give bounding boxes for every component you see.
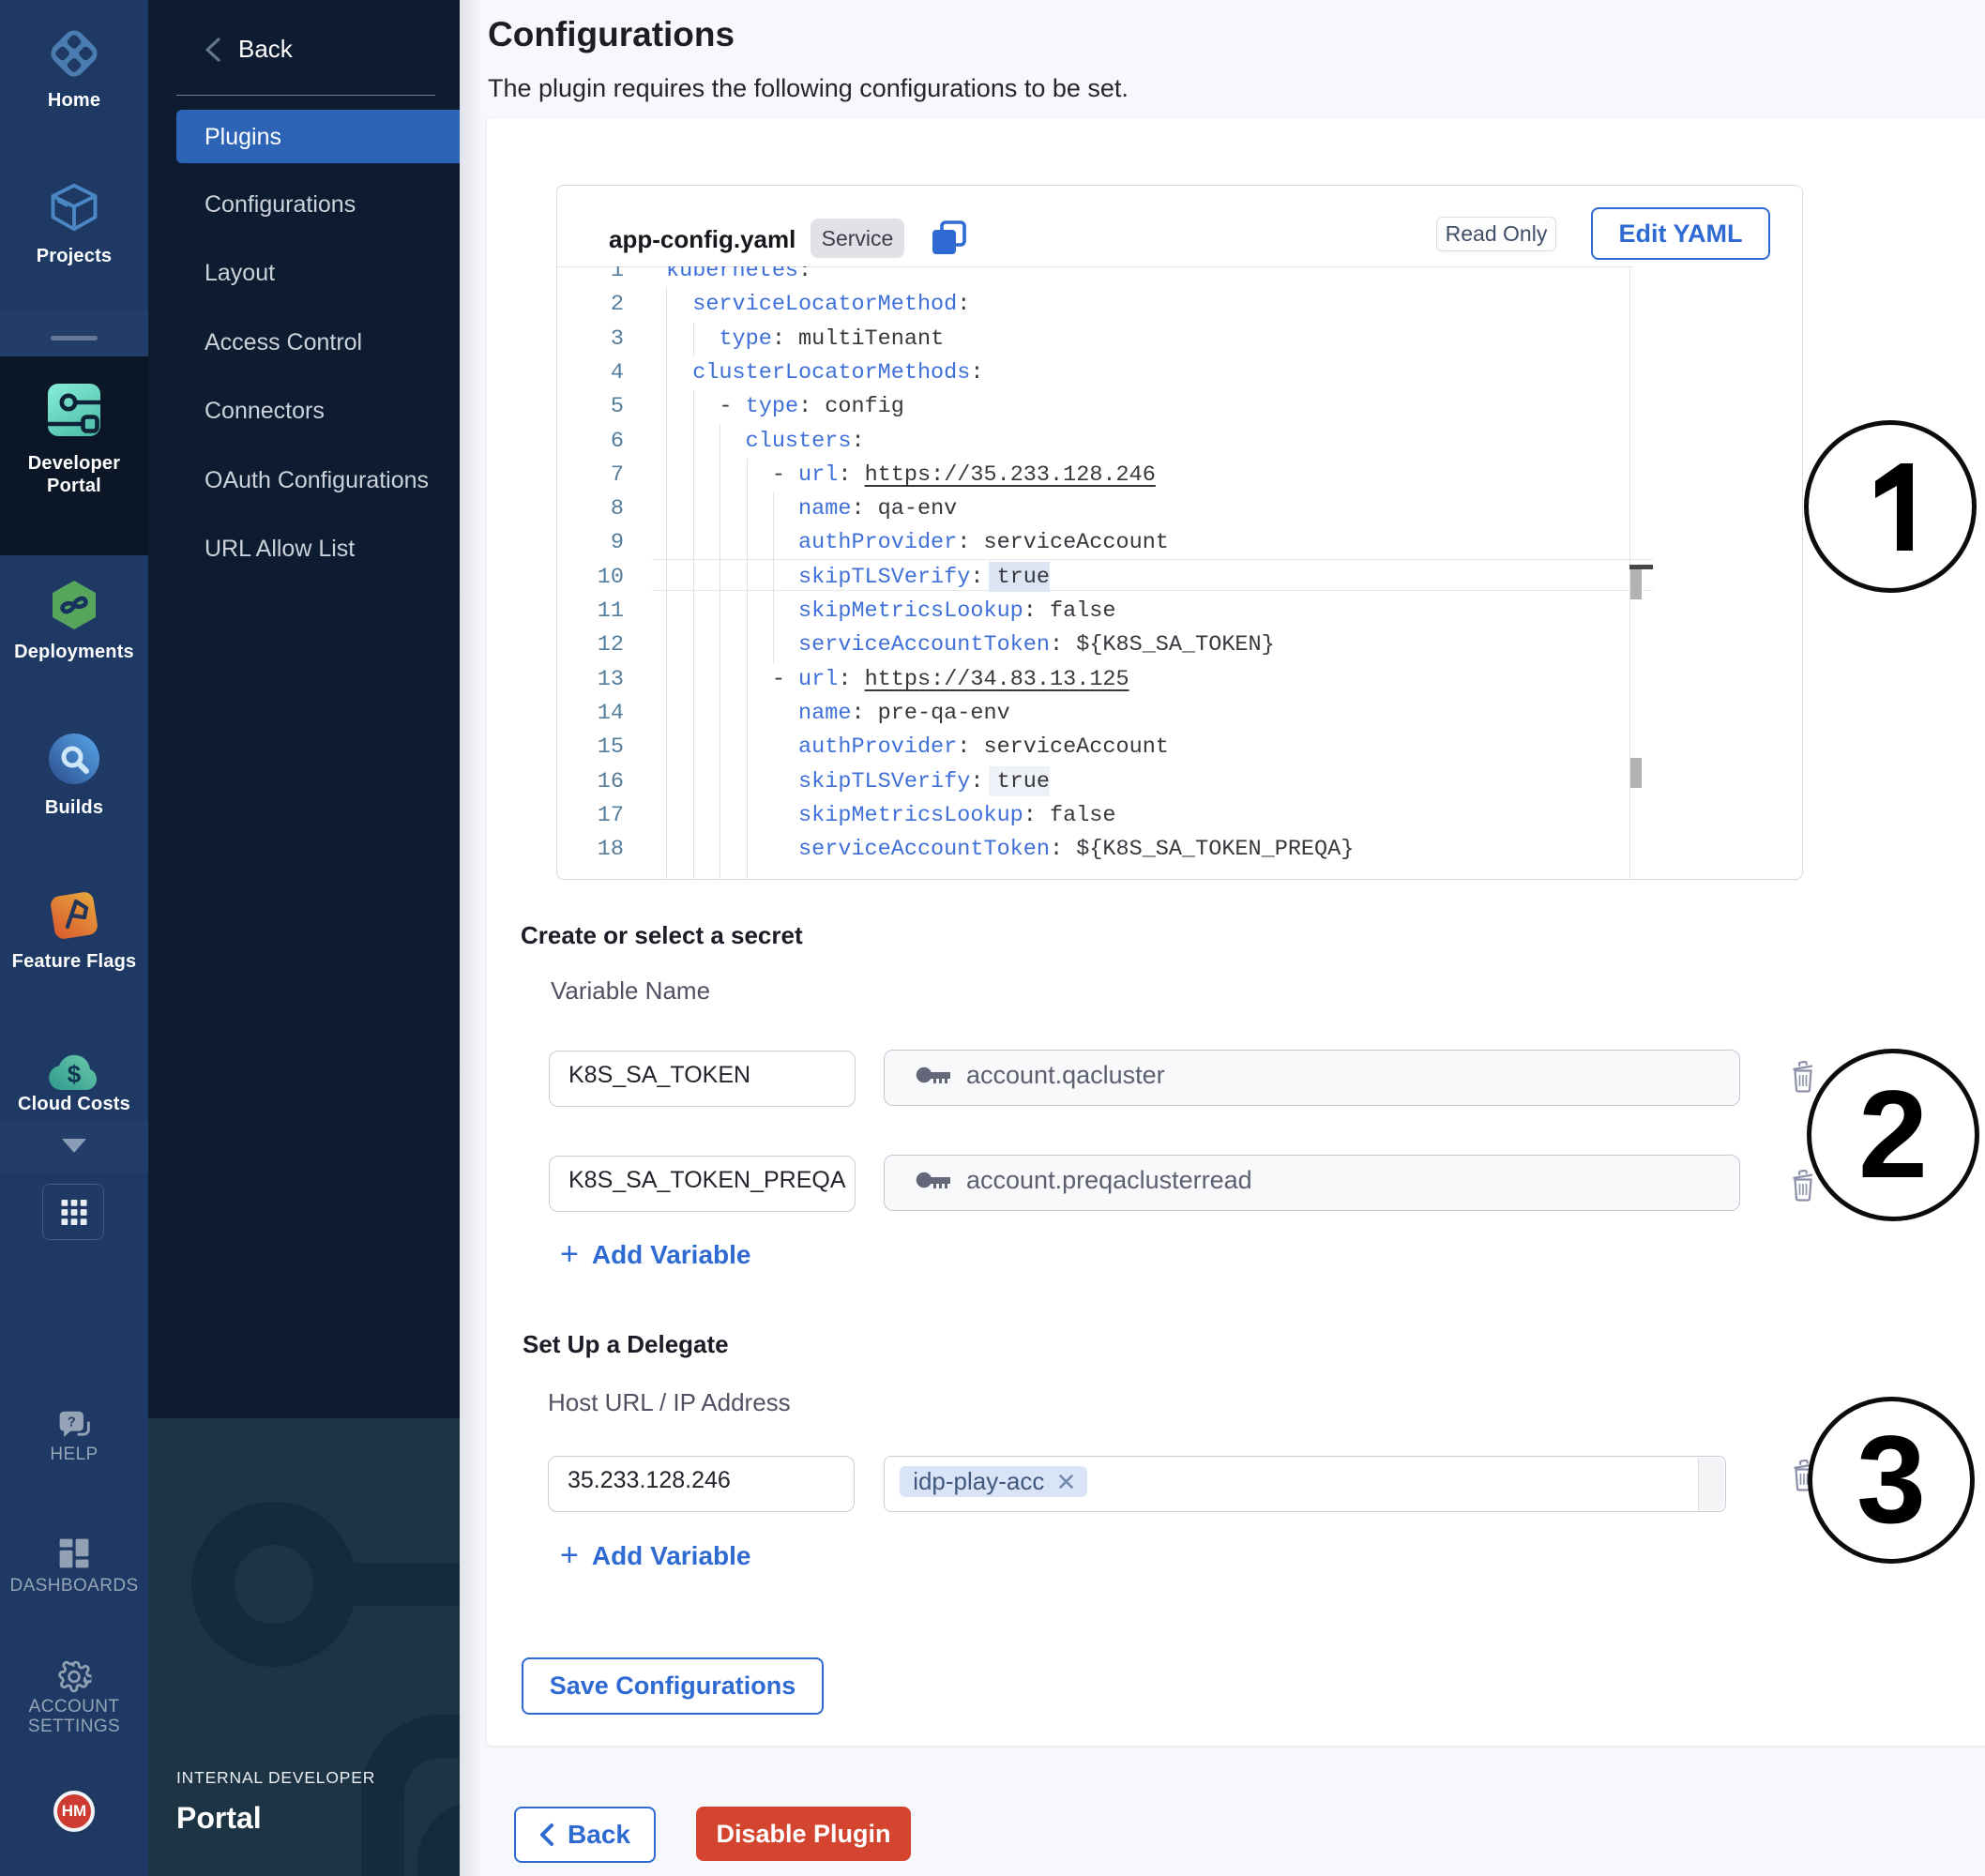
svg-text:?: ? xyxy=(68,1415,76,1430)
svg-text:$: $ xyxy=(68,1060,82,1088)
